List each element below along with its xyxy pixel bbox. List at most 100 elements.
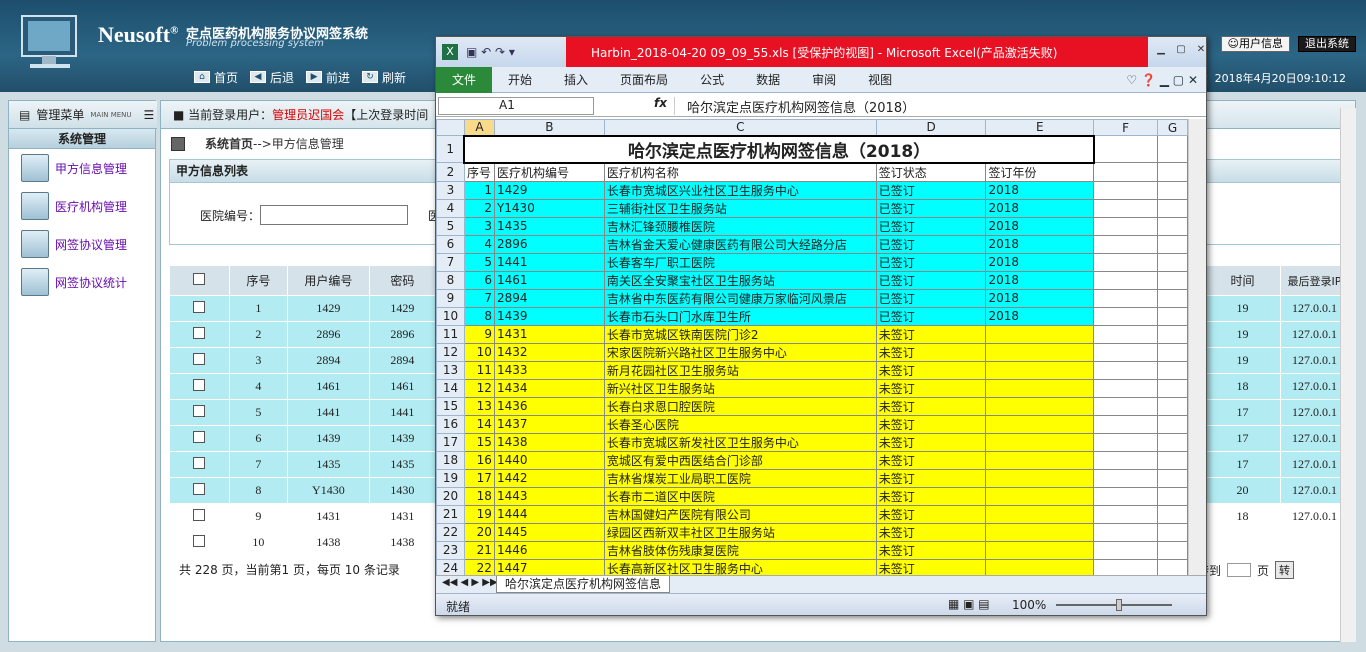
view-mode-icons[interactable]: ▦ ▣ ▤ [948, 597, 990, 611]
fx-icon[interactable]: fx [654, 96, 667, 110]
sheet-cell[interactable] [985, 414, 1095, 434]
tab-data[interactable]: 数据 [740, 67, 796, 93]
row-number[interactable]: 6 [436, 234, 465, 254]
sheet-header-cell[interactable]: 医疗机构名称 [603, 162, 877, 182]
sheet-cell[interactable]: 未签订 [875, 432, 987, 452]
sheet-cell[interactable]: 1444 [493, 504, 605, 524]
sheet-cell[interactable]: 未签订 [875, 450, 987, 470]
sheet-cell[interactable]: 宽城区有爱中西医结合门诊部 [603, 450, 877, 470]
sheet-cell[interactable]: 22 [463, 558, 495, 575]
row-number[interactable]: 19 [436, 468, 465, 488]
sheet-cell[interactable]: 3 [463, 216, 495, 236]
column-letter[interactable]: C [603, 119, 877, 136]
sheet-cell[interactable]: 已签订 [875, 252, 987, 272]
sheet-header-cell[interactable]: 签订年份 [985, 162, 1095, 182]
row-number[interactable]: 8 [436, 270, 465, 290]
page-scrollbar[interactable] [1340, 108, 1356, 642]
zoom-slider-knob[interactable] [1116, 599, 1122, 611]
sheet-cell[interactable]: 未签订 [875, 522, 987, 542]
sheet-cell[interactable]: 6 [463, 270, 495, 290]
sheet-cell[interactable]: 长春圣心医院 [603, 414, 877, 434]
row-number[interactable]: 16 [436, 414, 465, 434]
row-number[interactable]: 24 [436, 558, 465, 575]
sheet-cell[interactable]: 吉林省中东医药有限公司健康万家临河风景店 [603, 288, 877, 308]
sheet-cell[interactable]: 2018 [985, 234, 1095, 254]
row-number[interactable]: 23 [436, 540, 465, 560]
sheet-cell[interactable]: 1440 [493, 450, 605, 470]
sheet-cell[interactable] [985, 378, 1095, 398]
tab-view[interactable]: 视图 [852, 67, 908, 93]
row-checkbox[interactable] [193, 352, 206, 365]
quick-access-icons[interactable]: ▣ ↶ ↷ ▾ [466, 45, 515, 59]
sheet-cell[interactable]: 8 [463, 306, 495, 326]
sheet-cell[interactable]: 未签订 [875, 378, 987, 398]
help-icon[interactable]: ♡ ❓ ▁ ▢ ✕ [1126, 73, 1206, 87]
column-letter[interactable]: G [1157, 119, 1188, 136]
minimize-icon[interactable]: ▁ [1154, 45, 1168, 55]
sheet-cell[interactable]: 未签订 [875, 324, 987, 344]
row-number[interactable]: 4 [436, 198, 465, 218]
sheet-cell[interactable]: 1433 [493, 360, 605, 380]
row-number[interactable]: 15 [436, 396, 465, 416]
formula-input[interactable]: 哈尔滨定点医疗机构网签信息（2018） [674, 97, 1202, 116]
row-checkbox[interactable] [193, 534, 206, 547]
row-checkbox[interactable] [193, 430, 206, 443]
sheet-cell[interactable]: 已签订 [875, 234, 987, 254]
sheet-cell[interactable]: 2018 [985, 216, 1095, 236]
sheet-cell[interactable]: 1436 [493, 396, 605, 416]
row-number[interactable]: 21 [436, 504, 465, 524]
sheet-vertical-scrollbar[interactable] [1188, 119, 1206, 575]
tab-page-layout[interactable]: 页面布局 [604, 67, 684, 93]
sheet-cell[interactable]: 2018 [985, 180, 1095, 200]
sheet-cell[interactable]: 2018 [985, 306, 1095, 326]
row-number[interactable]: 13 [436, 360, 465, 380]
sheet-cell[interactable]: 2018 [985, 270, 1095, 290]
sheet-cell[interactable]: 1447 [493, 558, 605, 575]
row-number[interactable]: 3 [436, 180, 465, 200]
sheet-cell[interactable]: 长春市宽城区铁南医院门诊2 [603, 324, 877, 344]
column-letter[interactable]: D [875, 119, 987, 136]
sheet-header-cell[interactable]: 签订状态 [875, 162, 987, 182]
sheet-cell[interactable]: 9 [463, 324, 495, 344]
row-number[interactable]: 5 [436, 216, 465, 236]
sheet-cell[interactable]: 1 [463, 180, 495, 200]
sheet-cell[interactable]: 2896 [493, 234, 605, 254]
forward-button[interactable]: ▶ 前进 [302, 69, 354, 86]
sheet-cell[interactable]: 5 [463, 252, 495, 272]
sheet-cell[interactable] [985, 342, 1095, 362]
sheet-cell[interactable]: 16 [463, 450, 495, 470]
sheet-cell[interactable]: 13 [463, 396, 495, 416]
hospital-code-input[interactable] [260, 205, 408, 225]
row-checkbox[interactable] [193, 482, 206, 495]
sheet-cell[interactable]: 1431 [493, 324, 605, 344]
sheet-cell[interactable]: Y1430 [493, 198, 605, 218]
sheet-cell[interactable]: 1446 [493, 540, 605, 560]
sheet-cell[interactable]: 1434 [493, 378, 605, 398]
sheet-cell[interactable]: 1445 [493, 522, 605, 542]
sheet-cell[interactable] [985, 522, 1095, 542]
sheet-nav-arrows[interactable]: ◀◀ ◀ ▶ ▶▶ [442, 577, 498, 588]
sheet-cell[interactable]: 未签订 [875, 504, 987, 524]
row-number[interactable]: 12 [436, 342, 465, 362]
sheet-cell[interactable]: 长春高新区社区卫生服务中心 [603, 558, 877, 575]
select-all-checkbox[interactable] [193, 273, 206, 285]
sheet-cell[interactable]: 已签订 [875, 216, 987, 236]
close-icon[interactable]: ✕ [1194, 45, 1208, 55]
go-page-button[interactable]: 转 [1275, 561, 1295, 579]
sheet-cell[interactable] [985, 450, 1095, 470]
sheet-cell[interactable]: 已签订 [875, 270, 987, 290]
column-letter[interactable]: A [463, 119, 495, 136]
sheet-cell[interactable]: 吉林国健妇产医院有限公司 [603, 504, 877, 524]
sheet-cell[interactable]: 1461 [493, 270, 605, 290]
sheet-cell[interactable] [985, 468, 1095, 488]
sheet-cell[interactable] [985, 558, 1095, 575]
sheet-cell[interactable]: 2 [463, 198, 495, 218]
sheet-cell[interactable]: 新兴社区卫生服务站 [603, 378, 877, 398]
name-box[interactable]: A1 [438, 97, 594, 115]
sheet-cell[interactable] [985, 324, 1095, 344]
home-button[interactable]: ⌂ 首页 [190, 69, 242, 86]
row-number[interactable]: 7 [436, 252, 465, 272]
sheet-cell[interactable]: 绿园区西新双丰社区卫生服务站 [603, 522, 877, 542]
tab-review[interactable]: 审阅 [796, 67, 852, 93]
sheet-cell[interactable]: 1435 [493, 216, 605, 236]
